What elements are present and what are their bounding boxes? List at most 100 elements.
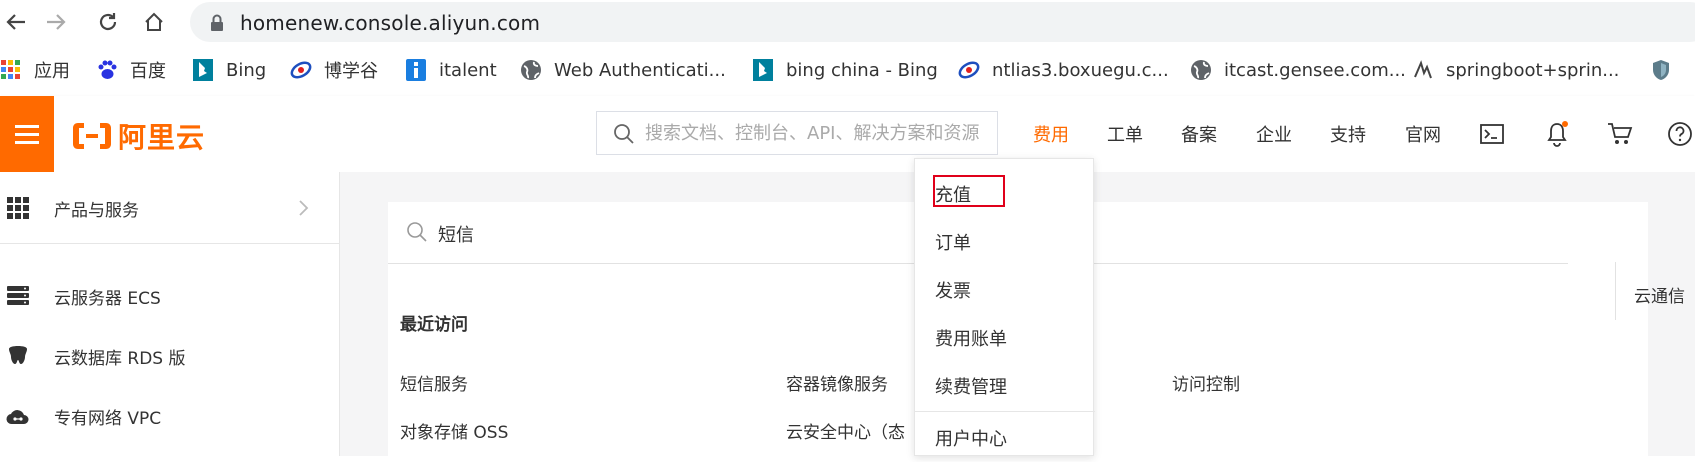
globe-icon	[1190, 59, 1212, 81]
bookmark-italent[interactable]: italent	[405, 56, 497, 84]
baidu-paw-icon	[96, 59, 118, 81]
recent-link-sms[interactable]: 短信服务	[400, 370, 468, 395]
server-icon	[6, 284, 30, 308]
recent-visits-title: 最近访问	[400, 315, 468, 335]
bookmark-apps[interactable]: 应用	[0, 56, 70, 84]
bookmark-ntlias3[interactable]: ntlias3.boxuegu.c...	[958, 56, 1169, 84]
console-header: 阿里云 费用 工单 备案 企业 支持 官网	[0, 96, 1695, 172]
menu-divider	[915, 411, 1095, 412]
forward-arrow-icon	[47, 14, 66, 30]
script-icon	[1412, 59, 1434, 81]
search-icon	[407, 222, 427, 242]
reload-button[interactable]	[92, 6, 124, 38]
aliyun-logo[interactable]: 阿里云	[72, 116, 205, 156]
category-tab-cloud-communication[interactable]: 云通信	[1615, 262, 1685, 320]
logo-text: 阿里云	[118, 121, 206, 154]
bookmark-itcast-gensee[interactable]: itcast.gensee.com...	[1190, 56, 1406, 84]
bell-icon	[1547, 121, 1568, 147]
products-and-services[interactable]: 产品与服务	[0, 172, 340, 244]
bookmark-bing-china[interactable]: bing china - Bing	[752, 56, 938, 84]
globe-icon	[520, 59, 542, 81]
search-icon	[614, 124, 634, 144]
nav-official-site[interactable]: 官网	[1405, 96, 1441, 172]
menu-item-bills[interactable]: 费用账单	[935, 325, 1007, 351]
boxuegu-icon	[290, 59, 312, 81]
database-icon	[6, 344, 30, 368]
nav-support[interactable]: 支持	[1330, 96, 1366, 172]
recent-link-ram[interactable]: 访问控制	[1172, 370, 1240, 395]
menu-toggle-button[interactable]	[0, 96, 54, 172]
cloud-shell-button[interactable]	[1478, 120, 1506, 148]
home-icon	[145, 12, 163, 31]
products-label: 产品与服务	[54, 201, 139, 221]
sidebar-item-label: 专有网络 VPC	[54, 408, 162, 429]
bookmark-shield[interactable]	[1650, 56, 1684, 84]
bookmark-label: ntlias3.boxuegu.c...	[992, 59, 1169, 81]
url-text: homenew.console.aliyun.com	[240, 11, 541, 35]
cart-icon	[1608, 123, 1633, 144]
notifications-button[interactable]	[1543, 120, 1571, 148]
url-field[interactable]: homenew.console.aliyun.com	[190, 2, 1695, 42]
bookmark-label: 百度	[130, 61, 166, 82]
bookmark-boxuegu[interactable]: 博学谷	[290, 56, 378, 84]
bookmark-bing[interactable]: Bing	[192, 56, 266, 84]
aliyun-logo-icon	[73, 123, 111, 149]
menu-item-renewal[interactable]: 续费管理	[935, 373, 1007, 399]
sidebar-item-label: 云数据库 RDS 版	[54, 348, 186, 369]
chevron-right-icon	[299, 200, 309, 216]
menu-bar	[15, 132, 39, 136]
sidebar-item-vpc[interactable]: 专有网络 VPC	[0, 386, 340, 446]
nav-tickets[interactable]: 工单	[1107, 96, 1143, 172]
bookmark-web-authentication[interactable]: Web Authenticati...	[520, 56, 726, 84]
sidebar-item-ecs[interactable]: 云服务器 ECS	[0, 266, 340, 326]
bookmark-baidu[interactable]: 百度	[96, 56, 166, 84]
bookmark-label: bing china - Bing	[786, 59, 938, 81]
search-input[interactable]	[645, 120, 985, 146]
product-sidebar: 产品与服务 云服务器 ECS 云数据库 RDS 版 专有网络 VPC	[0, 172, 340, 456]
recent-link-oss[interactable]: 对象存储 OSS	[400, 418, 508, 443]
bing-icon	[192, 59, 214, 81]
bookmark-label: 博学谷	[324, 61, 378, 82]
bookmark-label: 应用	[34, 61, 70, 82]
nav-enterprise[interactable]: 企业	[1256, 96, 1292, 172]
help-icon	[1668, 122, 1692, 146]
notification-dot	[1562, 121, 1568, 127]
bookmark-label: Web Authenticati...	[554, 59, 726, 81]
cart-button[interactable]	[1606, 120, 1634, 148]
apps-grid-icon	[0, 59, 22, 81]
bing-icon	[752, 59, 774, 81]
bookmark-label: Bing	[226, 59, 267, 81]
menu-bar	[15, 124, 39, 128]
forward-button[interactable]	[40, 6, 72, 38]
menu-item-orders[interactable]: 订单	[935, 229, 971, 255]
recent-link-security-center[interactable]: 云安全中心（态	[786, 418, 905, 443]
italent-icon	[405, 59, 427, 81]
recent-link-container-registry[interactable]: 容器镜像服务	[786, 370, 888, 395]
menu-bar	[15, 140, 39, 144]
bookmark-springboot[interactable]: springboot+sprin...	[1412, 56, 1619, 84]
grid-icon	[6, 196, 30, 220]
menu-item-recharge[interactable]: 充值	[935, 181, 971, 207]
help-button[interactable]	[1666, 120, 1694, 148]
shield-icon	[1650, 59, 1672, 81]
bookmark-label: springboot+sprin...	[1446, 59, 1620, 81]
billing-dropdown-menu: 充值 订单 发票 费用账单 续费管理 用户中心	[914, 158, 1095, 456]
menu-item-invoices[interactable]: 发票	[935, 277, 971, 303]
terminal-icon	[1480, 124, 1504, 144]
global-search[interactable]	[596, 111, 998, 155]
category-tab-label: 云通信	[1634, 287, 1685, 307]
sidebar-item-rds[interactable]: 云数据库 RDS 版	[0, 326, 340, 386]
home-button[interactable]	[138, 6, 170, 38]
bookmark-label: italent	[439, 59, 497, 81]
sidebar-item-label: 云服务器 ECS	[54, 288, 161, 309]
back-arrow-icon	[6, 14, 25, 30]
product-search-value: 短信	[438, 225, 474, 246]
back-button[interactable]	[0, 6, 32, 38]
nav-icp-filing[interactable]: 备案	[1181, 96, 1217, 172]
reload-icon	[99, 13, 117, 31]
bookmarks-bar: 应用 百度 Bing 博学谷 italent Web Authenticati.…	[0, 50, 1695, 90]
browser-address-bar: homenew.console.aliyun.com	[0, 0, 1695, 44]
cloud-network-icon	[6, 404, 30, 428]
bookmark-label: itcast.gensee.com...	[1224, 59, 1406, 81]
menu-item-user-center[interactable]: 用户中心	[935, 425, 1007, 451]
